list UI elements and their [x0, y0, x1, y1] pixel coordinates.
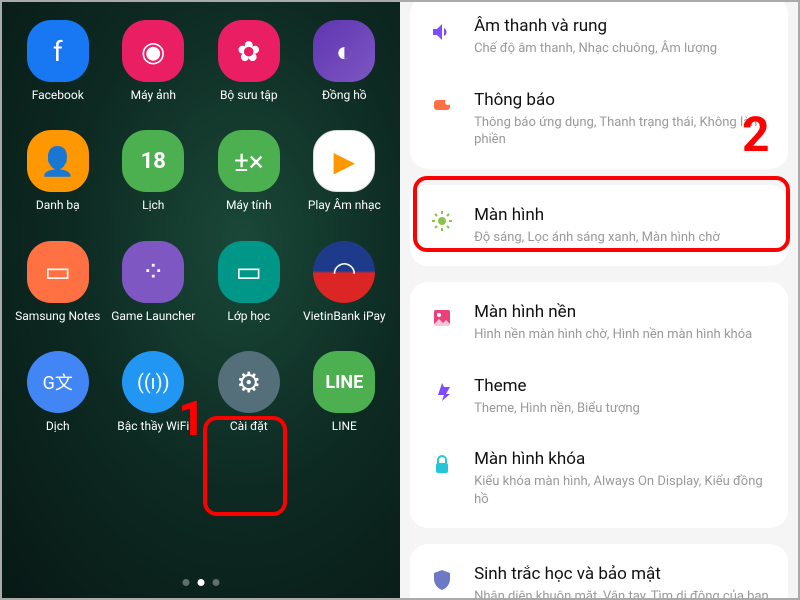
calculator-icon: ±×: [218, 130, 280, 192]
play-music-icon: ▶: [313, 130, 375, 192]
app-label: Lịch: [142, 198, 164, 212]
app-label: Samsung Notes: [15, 309, 100, 323]
app-camera[interactable]: ◉ Máy ảnh: [110, 20, 198, 102]
settings-item-notification[interactable]: Thông báo Thông báo ứng dụng, Thanh trạng…: [410, 74, 788, 165]
settings-item-lock[interactable]: Màn hình khóa Kiểu khóa màn hình, Always …: [410, 433, 788, 524]
settings-item-security[interactable]: Sinh trắc học và bảo mật Nhận diện khuôn …: [410, 548, 788, 598]
app-label: Lớp học: [227, 309, 270, 323]
app-label: Dịch: [46, 419, 70, 433]
settings-group: Màn hình nền Hình nền màn hình chờ, Hình …: [410, 282, 788, 528]
app-label: Facebook: [32, 88, 84, 102]
settings-title: Sinh trắc học và bảo mật: [474, 564, 770, 584]
app-contacts[interactable]: 👤 Danh bạ: [14, 130, 102, 212]
classroom-icon: ▭: [218, 241, 280, 303]
settings-desc: Độ sáng, Lọc ánh sáng xanh, Màn hình chờ: [474, 229, 770, 247]
settings-group: Âm thanh và rung Chế độ âm thanh, Nhạc ch…: [410, 2, 788, 169]
sound-icon: [428, 18, 456, 46]
settings-group: Màn hình Độ sáng, Lọc ánh sáng xanh, Màn …: [410, 185, 788, 267]
settings-item-theme[interactable]: Theme Theme, Hình nền, Biểu tượng: [410, 360, 788, 434]
facebook-icon: f: [27, 20, 89, 82]
settings-title: Màn hình khóa: [474, 449, 770, 469]
settings-desc: Chế độ âm thanh, Nhạc chuông, Âm lượng: [474, 40, 770, 58]
settings-screen: Âm thanh và rung Chế độ âm thanh, Nhạc ch…: [400, 2, 798, 598]
theme-icon: [428, 378, 456, 406]
page-indicator: [183, 579, 220, 586]
settings-title: Màn hình nền: [474, 302, 770, 322]
app-label: Bậc thầy WiFi: [117, 419, 189, 433]
display-icon: [428, 207, 456, 235]
app-label: Đồng hồ: [322, 88, 367, 102]
security-icon: [428, 566, 456, 594]
app-gallery[interactable]: ✿ Bộ sưu tập: [205, 20, 293, 102]
settings-desc: Kiểu khóa màn hình, Always On Display, K…: [474, 473, 770, 508]
app-label: Danh bạ: [36, 198, 80, 212]
app-clock[interactable]: ◐ Đồng hồ: [301, 20, 389, 102]
settings-title: Âm thanh và rung: [474, 16, 770, 36]
calendar-icon: 18: [122, 130, 184, 192]
gallery-icon: ✿: [218, 20, 280, 82]
wallpaper-icon: [428, 304, 456, 332]
clock-icon: ◐: [313, 20, 375, 82]
app-label: LINE: [332, 419, 357, 433]
settings-group: Sinh trắc học và bảo mật Nhận diện khuôn …: [410, 544, 788, 598]
settings-desc: Thông báo ứng dụng, Thanh trạng thái, Kh…: [474, 114, 770, 149]
bank-icon: ◠: [313, 241, 375, 303]
app-label: Máy ảnh: [131, 88, 176, 102]
app-calendar[interactable]: 18 Lịch: [110, 130, 198, 212]
app-label: Bộ sưu tập: [220, 88, 278, 102]
settings-title: Thông báo: [474, 90, 770, 110]
app-facebook[interactable]: f Facebook: [14, 20, 102, 102]
settings-item-wallpaper[interactable]: Màn hình nền Hình nền màn hình chờ, Hình …: [410, 286, 788, 360]
line-icon: LINE: [313, 351, 375, 413]
settings-icon: ⚙: [218, 351, 280, 413]
app-label: Cài đặt: [230, 419, 268, 433]
app-classroom[interactable]: ▭ Lớp học: [205, 241, 293, 323]
contacts-icon: 👤: [27, 130, 89, 192]
app-bank[interactable]: ◠ VietinBank iPay: [301, 241, 389, 323]
app-line[interactable]: LINE LINE: [301, 351, 389, 433]
app-drawer: f Facebook ◉ Máy ảnh ✿ Bộ sưu tập ◐ Đồng hồ 👤 Dan…: [2, 2, 400, 598]
app-settings[interactable]: ⚙ Cài đặt: [205, 351, 293, 433]
app-label: VietinBank iPay: [303, 309, 386, 323]
app-label: Game Launcher: [111, 309, 195, 323]
app-calculator[interactable]: ±× Máy tính: [205, 130, 293, 212]
lock-icon: [428, 451, 456, 479]
app-play-music[interactable]: ▶ Play Âm nhạc: [301, 130, 389, 212]
settings-item-display[interactable]: Màn hình Độ sáng, Lọc ánh sáng xanh, Màn …: [410, 189, 788, 263]
app-wifi[interactable]: ((ı)) Bậc thầy WiFi: [110, 351, 198, 433]
game-icon: ⁘: [122, 241, 184, 303]
app-label: Play Âm nhạc: [308, 198, 381, 212]
app-notes[interactable]: ▭ Samsung Notes: [14, 241, 102, 323]
translate-icon: G文: [27, 351, 89, 413]
camera-icon: ◉: [122, 20, 184, 82]
notes-icon: ▭: [27, 241, 89, 303]
settings-title: Màn hình: [474, 205, 770, 225]
settings-title: Theme: [474, 376, 770, 396]
app-translate[interactable]: G文 Dịch: [14, 351, 102, 433]
wifi-icon: ((ı)): [122, 351, 184, 413]
settings-desc: Nhận diện khuôn mặt, Vân tay, Tìm di độn…: [474, 588, 770, 598]
app-label: Máy tính: [226, 198, 272, 212]
app-game[interactable]: ⁘ Game Launcher: [110, 241, 198, 323]
settings-desc: Theme, Hình nền, Biểu tượng: [474, 400, 770, 418]
settings-item-sound[interactable]: Âm thanh và rung Chế độ âm thanh, Nhạc ch…: [410, 2, 788, 74]
notification-icon: [428, 92, 456, 120]
settings-desc: Hình nền màn hình chờ, Hình nền màn hình…: [474, 326, 770, 344]
